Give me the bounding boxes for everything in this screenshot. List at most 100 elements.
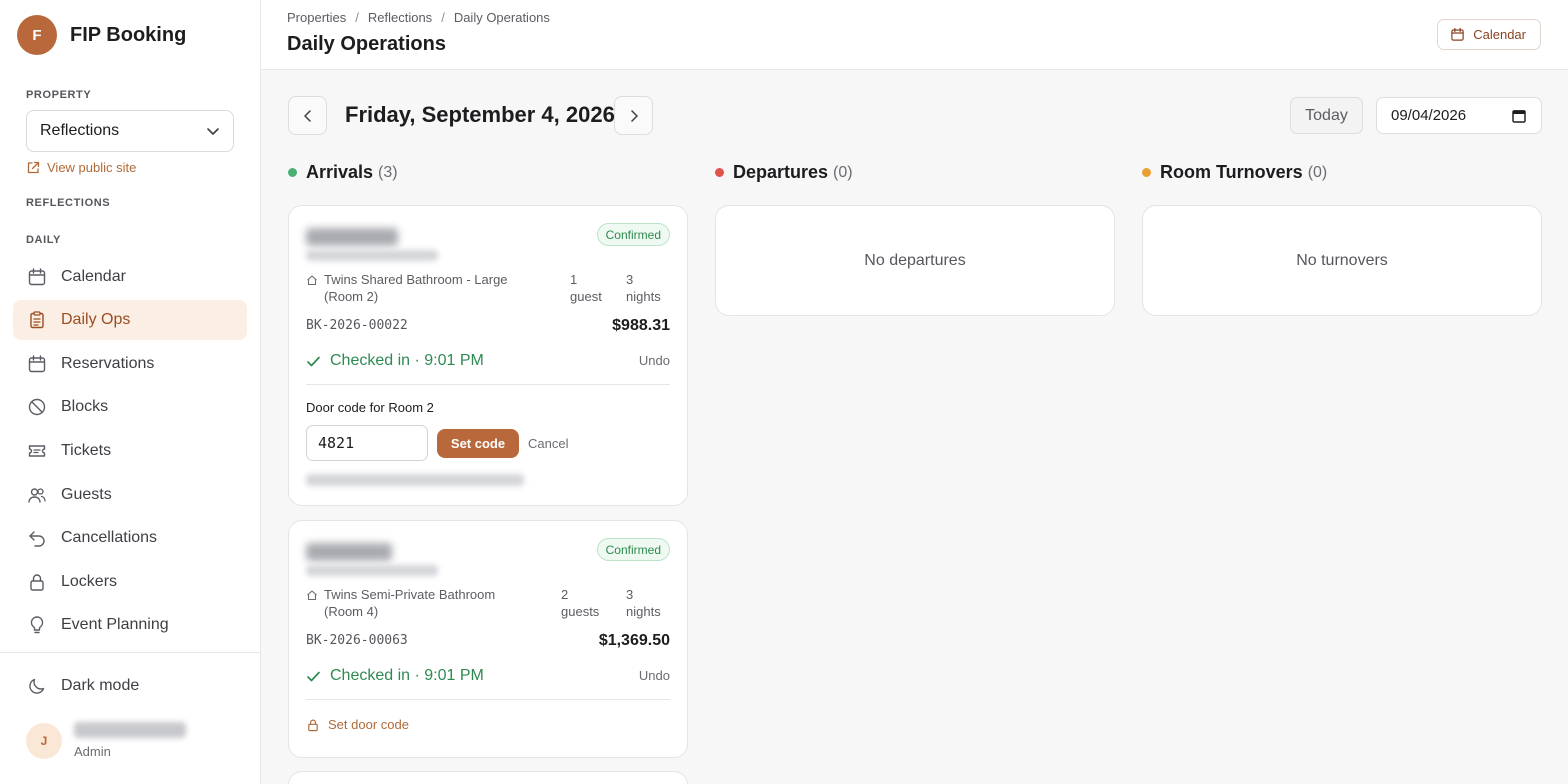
chevron-left-icon — [303, 109, 311, 122]
current-date-title: Friday, September 4, 2026 — [345, 102, 615, 127]
arrivals-status-dot — [288, 168, 297, 177]
reflections-section-label: REFLECTIONS — [26, 197, 111, 209]
breadcrumb-properties[interactable]: Properties — [287, 10, 346, 25]
undo-checkin-button[interactable]: Undo — [639, 353, 670, 368]
top-header: Properties / Reflections / Daily Operati… — [261, 0, 1568, 70]
departures-empty-text: No departures — [864, 252, 966, 269]
breadcrumb-separator: / — [355, 10, 359, 25]
previous-day-button[interactable] — [288, 96, 327, 135]
night-count-number: 3 — [626, 272, 634, 287]
calendar-icon — [1451, 27, 1464, 41]
door-code-input[interactable]: 4821 — [306, 425, 428, 461]
status-badge: Confirmed — [596, 223, 670, 246]
sidebar-item-label: Tickets — [61, 442, 112, 459]
calendar-button-label: Calendar — [1473, 27, 1526, 42]
guest-name-redacted — [306, 228, 398, 246]
turnovers-status-dot — [1142, 168, 1151, 177]
guest-contact-redacted — [306, 565, 438, 576]
set-code-button[interactable]: Set code — [437, 429, 519, 458]
sidebar-item-label: Lockers — [61, 573, 118, 590]
breadcrumb: Properties / Reflections / Daily Operati… — [287, 10, 550, 25]
room-number: (Room 4) — [324, 604, 379, 619]
calendar-button[interactable]: Calendar — [1437, 19, 1541, 50]
guest-count: 2 guests — [561, 586, 599, 620]
checked-in-status: Checked in · 9:01 PM — [306, 667, 484, 685]
guest-count: 1 guest — [570, 271, 602, 305]
guest-count-unit: guests — [561, 604, 600, 619]
turnovers-count: (0) — [1307, 163, 1328, 181]
booking-price: $988.31 — [612, 317, 670, 334]
calendar-icon — [1512, 109, 1526, 123]
user-role: Admin — [74, 744, 111, 759]
departures-empty-card: No departures — [715, 205, 1115, 316]
turnovers-title: Room Turnovers — [1160, 162, 1303, 182]
sidebar-item-calendar[interactable]: Calendar — [13, 257, 247, 297]
sidebar-item-label: Calendar — [61, 268, 126, 285]
breadcrumb-reflections[interactable]: Reflections — [368, 10, 432, 25]
sidebar-item-tickets[interactable]: Tickets — [13, 431, 247, 471]
calendar-icon — [28, 268, 46, 286]
property-section-label: PROPERTY — [26, 89, 92, 101]
date-picker-input[interactable]: 09/04/2026 — [1376, 97, 1542, 134]
breadcrumb-daily-operations: Daily Operations — [453, 10, 550, 25]
sidebar-item-blocks[interactable]: Blocks — [13, 387, 247, 427]
breadcrumb-separator: / — [441, 10, 445, 25]
ban-icon — [28, 398, 46, 416]
sidebar-item-reservations[interactable]: Reservations — [13, 344, 247, 384]
daily-section-label: DAILY — [26, 234, 61, 246]
room-number: (Room 2) — [324, 289, 379, 304]
date-picker-value: 09/04/2026 — [1391, 107, 1467, 124]
sidebar-item-cancellations[interactable]: Cancellations — [13, 518, 247, 558]
checked-in-status: Checked in · 9:01 PM — [306, 352, 484, 370]
property-select[interactable]: Reflections — [26, 110, 234, 152]
arrival-card[interactable]: Confirmed Twins Shared Bathroom - Large … — [288, 205, 688, 506]
ticket-icon — [28, 445, 46, 457]
checked-in-label: Checked in · 9:01 PM — [330, 352, 484, 369]
sidebar-divider — [0, 652, 260, 653]
guest-name-redacted — [306, 543, 392, 561]
sidebar-item-event-planning[interactable]: Event Planning — [13, 605, 247, 645]
booking-id: BK-2026-00063 — [306, 633, 408, 648]
sidebar-item-label: Blocks — [61, 398, 109, 415]
booking-price: $1,369.50 — [598, 632, 670, 649]
room-info: Twins Semi-Private Bathroom (Room 4) — [306, 586, 495, 620]
dark-mode-toggle[interactable]: Dark mode — [13, 666, 247, 706]
sidebar-item-label: Reservations — [61, 355, 155, 372]
calendar-icon — [28, 355, 46, 373]
departures-heading: Departures (0) — [715, 162, 853, 183]
brand[interactable]: F FIP Booking — [17, 15, 186, 55]
guest-count-number: 1 — [570, 272, 578, 287]
today-button[interactable]: Today — [1290, 97, 1363, 134]
booking-id: BK-2026-00022 — [306, 318, 408, 333]
home-icon — [307, 590, 317, 601]
night-count-unit: nights — [626, 604, 661, 619]
night-count: 3 nights — [626, 586, 661, 620]
guest-count-number: 2 — [561, 587, 569, 602]
turnovers-heading: Room Turnovers (0) — [1142, 162, 1327, 183]
room-name: Twins Shared Bathroom - Large — [324, 272, 508, 287]
turnovers-empty-card: No turnovers — [1142, 205, 1542, 316]
user-profile[interactable]: J Admin — [26, 722, 186, 759]
sidebar-item-guests[interactable]: Guests — [13, 475, 247, 515]
sidebar-item-daily-ops[interactable]: Daily Ops — [13, 300, 247, 340]
view-public-site-link[interactable]: View public site — [26, 160, 136, 175]
next-day-button[interactable] — [614, 96, 653, 135]
arrivals-count: (3) — [378, 163, 398, 181]
suggestion-text-redacted — [306, 474, 524, 486]
set-door-code-button[interactable]: Set door code — [306, 717, 409, 732]
undo-checkin-button[interactable]: Undo — [639, 668, 670, 683]
lock-icon — [30, 574, 44, 591]
sidebar-item-label: Guests — [61, 486, 112, 503]
sidebar-item-label: Event Planning — [61, 616, 169, 633]
cancel-door-code-button[interactable]: Cancel — [528, 436, 568, 451]
door-code-label: Door code for Room 2 — [306, 400, 434, 415]
arrival-card[interactable] — [288, 771, 688, 784]
arrival-card[interactable]: Confirmed Twins Semi-Private Bathroom (R… — [288, 520, 688, 758]
night-count-unit: nights — [626, 289, 661, 304]
night-count-number: 3 — [626, 587, 634, 602]
home-icon — [307, 275, 317, 286]
view-public-site-label: View public site — [47, 160, 137, 175]
sidebar-item-lockers[interactable]: Lockers — [13, 562, 247, 602]
external-link-icon — [27, 161, 40, 173]
night-count: 3 nights — [626, 271, 661, 305]
